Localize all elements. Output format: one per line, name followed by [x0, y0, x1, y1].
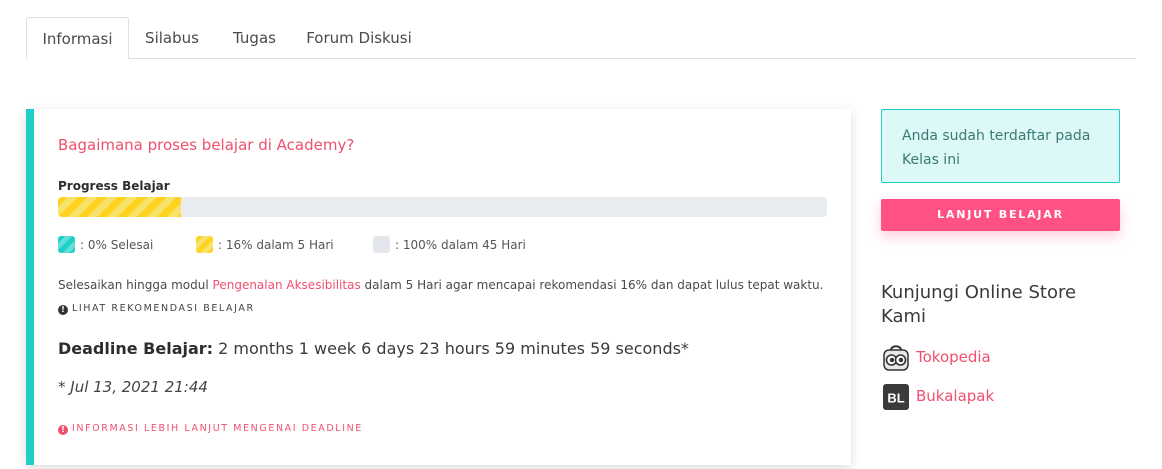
bukalapak-icon: BL	[883, 384, 909, 410]
tab-bar: Informasi Silabus Tugas Forum Diskusi	[26, 17, 1136, 59]
enrolled-alert: Anda sudah terdaftar pada Kelas ini	[881, 109, 1120, 183]
tab-silabus[interactable]: Silabus	[134, 17, 210, 59]
recommendation-description: Selesaikan hingga modul Pengenalan Akses…	[58, 278, 823, 292]
deadline-info-label: INFORMASI LEBIH LANJUT MENGENAI DEADLINE	[72, 423, 363, 434]
learning-progress-card: Bagaimana proses belajar di Academy? Pro…	[26, 109, 851, 465]
deadline-label: Deadline Belajar:	[58, 339, 214, 358]
progress-bar-recommended-fill	[58, 197, 182, 217]
info-icon: !	[58, 425, 68, 435]
tokopedia-label: Tokopedia	[916, 348, 991, 366]
view-recommendation-label: LIHAT REKOMENDASI BELAJAR	[72, 303, 255, 314]
tab-tugas[interactable]: Tugas	[222, 17, 287, 59]
legend-total-label: : 100% dalam 45 Hari	[395, 238, 526, 252]
desc-text-after: dalam 5 Hari agar mencapai rekomendasi 1…	[360, 278, 824, 292]
learning-process-question[interactable]: Bagaimana proses belajar di Academy?	[58, 136, 354, 154]
desc-text-before: Selesaikan hingga modul	[58, 278, 213, 292]
tokopedia-icon	[883, 345, 909, 371]
store-section-title: Kunjungi Online Store Kami	[881, 282, 1077, 327]
view-recommendation-link[interactable]: ! LIHAT REKOMENDASI BELAJAR	[58, 303, 255, 315]
tab-forum-diskusi[interactable]: Forum Diskusi	[299, 17, 419, 59]
legend-completed-label: : 0% Selesai	[80, 238, 154, 252]
legend-recommended-label: : 16% dalam 5 Hari	[218, 238, 334, 252]
progress-label: Progress Belajar	[58, 179, 170, 193]
deadline-value: 2 months 1 week 6 days 23 hours 59 minut…	[213, 339, 689, 358]
deadline-countdown: Deadline Belajar: 2 months 1 week 6 days…	[58, 339, 689, 358]
module-link[interactable]: Pengenalan Aksesibilitas	[213, 278, 361, 292]
svg-text:BL: BL	[887, 391, 904, 406]
legend-total-swatch	[373, 236, 390, 253]
progress-bar	[58, 197, 827, 217]
deadline-info-link[interactable]: ! INFORMASI LEBIH LANJUT MENGENAI DEADLIN…	[58, 423, 363, 435]
legend-recommended-swatch	[196, 236, 213, 253]
bukalapak-label: Bukalapak	[916, 387, 995, 405]
continue-learning-button[interactable]: LANJUT BELAJAR	[881, 199, 1120, 231]
deadline-date: * Jul 13, 2021 21:44	[58, 378, 208, 396]
info-icon: !	[58, 305, 68, 315]
tab-informasi[interactable]: Informasi	[26, 17, 129, 59]
legend-completed-swatch	[58, 236, 75, 253]
